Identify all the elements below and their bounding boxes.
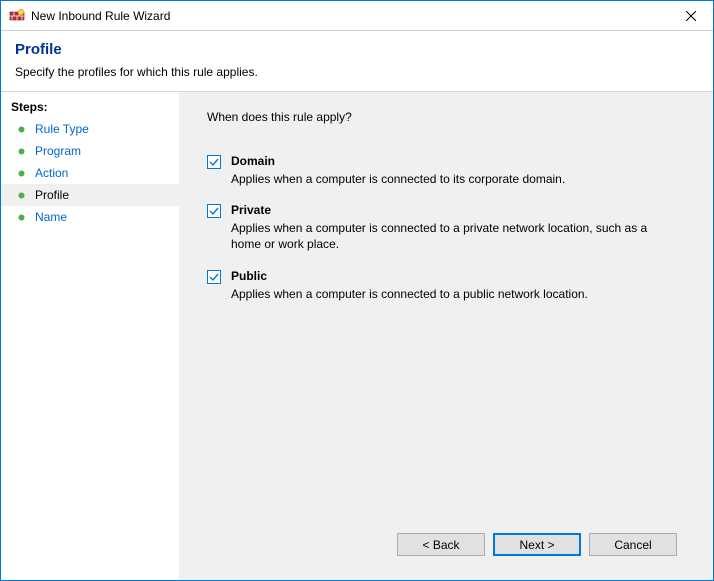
profile-option-name: Public [231,269,693,283]
profile-option-description: Applies when a computer is connected to … [231,220,661,252]
steps-sidebar: Steps: Rule Type Program Action Profile Name [1,92,179,580]
close-icon [686,11,696,21]
profile-option: Domain Applies when a computer is connect… [207,154,693,187]
step-label: Program [35,144,81,158]
profile-question: When does this rule apply? [207,110,693,124]
page-subtitle: Specify the profiles for which this rule… [15,65,699,79]
wizard-main: When does this rule apply? Domain Applies… [179,92,713,580]
steps-heading: Steps: [1,98,179,118]
step-item[interactable]: Program [1,140,179,162]
step-item[interactable]: Action [1,162,179,184]
cancel-button[interactable]: Cancel [589,533,677,556]
check-icon [208,205,220,217]
close-button[interactable] [668,1,713,31]
step-item: Profile [1,184,179,206]
step-label: Rule Type [35,122,89,136]
wizard-body: Steps: Rule Type Program Action Profile Name… [1,92,713,580]
window-title: New Inbound Rule Wizard [31,9,170,23]
profile-option: Public Applies when a computer is connect… [207,269,693,302]
profile-option: Private Applies when a computer is connec… [207,203,693,252]
profile-option-name: Private [231,203,693,217]
step-bullet-icon [15,148,27,155]
step-item[interactable]: Rule Type [1,118,179,140]
step-label: Name [35,210,67,224]
wizard-button-row: < Back Next > Cancel [207,523,693,570]
profile-option-description: Applies when a computer is connected to … [231,286,661,302]
titlebar: New Inbound Rule Wizard [1,1,713,31]
step-label: Action [35,166,68,180]
step-bullet-icon [15,170,27,177]
step-bullet-icon [15,126,27,133]
check-icon [208,156,220,168]
profile-checkbox[interactable] [207,204,221,218]
step-label: Profile [35,188,69,202]
profile-checkbox[interactable] [207,155,221,169]
profile-option-description: Applies when a computer is connected to … [231,171,661,187]
step-bullet-icon [15,192,27,199]
wizard-header: Profile Specify the profiles for which t… [1,31,713,92]
back-button[interactable]: < Back [397,533,485,556]
profile-option-name: Domain [231,154,693,168]
profile-checkbox[interactable] [207,270,221,284]
next-button[interactable]: Next > [493,533,581,556]
step-item[interactable]: Name [1,206,179,228]
page-title: Profile [15,41,699,58]
step-bullet-icon [15,214,27,221]
firewall-icon [9,8,25,24]
check-icon [208,271,220,283]
